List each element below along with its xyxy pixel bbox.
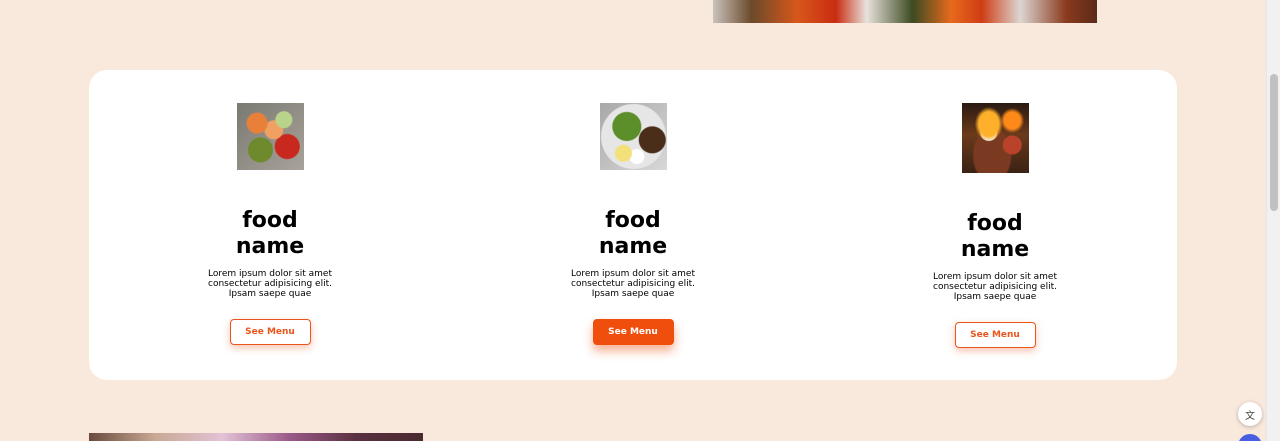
page-scrollbar[interactable] bbox=[1266, 0, 1280, 441]
food-thumbnail-image bbox=[236, 103, 304, 170]
see-menu-button[interactable]: See Menu bbox=[229, 319, 311, 345]
food-cards-panel: food name Lorem ipsum dolor sit amet con… bbox=[89, 70, 1177, 380]
translate-icon: 文 bbox=[1245, 410, 1255, 422]
food-thumbnail-image bbox=[599, 103, 667, 170]
food-card: food name Lorem ipsum dolor sit amet con… bbox=[452, 70, 814, 380]
food-card: food name Lorem ipsum dolor sit amet con… bbox=[89, 70, 451, 380]
food-banner-image-bottom bbox=[89, 433, 423, 441]
see-menu-button[interactable]: See Menu bbox=[954, 322, 1036, 348]
food-title: food name bbox=[598, 208, 668, 259]
food-banner-image-top bbox=[713, 0, 1097, 23]
food-thumbnail-image bbox=[961, 103, 1029, 173]
translate-button[interactable]: 文 bbox=[1238, 402, 1262, 426]
food-description: Lorem ipsum dolor sit amet consectetur a… bbox=[571, 269, 695, 299]
food-description: Lorem ipsum dolor sit amet consectetur a… bbox=[208, 269, 332, 299]
food-description: Lorem ipsum dolor sit amet consectetur a… bbox=[933, 272, 1057, 302]
food-title: food name bbox=[235, 208, 305, 259]
food-card: food name Lorem ipsum dolor sit amet con… bbox=[814, 70, 1176, 380]
see-menu-button[interactable]: See Menu bbox=[592, 319, 674, 345]
food-title: food name bbox=[960, 211, 1030, 262]
assistant-button[interactable] bbox=[1238, 434, 1262, 441]
scrollbar-thumb[interactable] bbox=[1270, 74, 1278, 211]
